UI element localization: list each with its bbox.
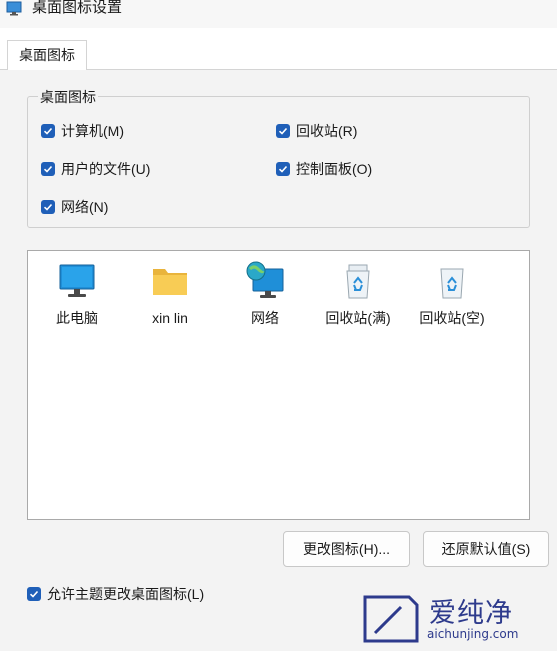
desktop-settings-icon	[6, 1, 22, 16]
checkbox-user-files[interactable]: 用户的文件(U)	[41, 160, 150, 178]
icon-item-recycle-bin-full[interactable]: 回收站(满)	[318, 261, 398, 326]
icon-list[interactable]: 此电脑 xin lin 网络 回收站(满) 回收站(空)	[27, 250, 530, 520]
checkbox-computer[interactable]: 计算机(M)	[41, 122, 124, 140]
checkbox-checked-icon	[41, 124, 55, 138]
watermark-url: aichunjing.com	[427, 627, 519, 641]
recycle-bin-empty-icon	[440, 268, 464, 299]
monitor-icon	[59, 264, 95, 297]
checkbox-label: 用户的文件(U)	[61, 161, 151, 177]
checkbox-label: 计算机(M)	[61, 123, 124, 139]
checkbox-label: 允许主题更改桌面图标(L)	[47, 586, 205, 602]
checkbox-checked-icon	[27, 587, 41, 601]
icon-caption: 此电脑	[56, 310, 98, 326]
watermark-logo-icon	[363, 595, 419, 643]
checkbox-checked-icon	[41, 200, 55, 214]
network-globe-icon	[246, 261, 284, 298]
folder-icon	[153, 269, 187, 295]
icon-caption: xin lin	[152, 310, 188, 326]
checkbox-recycle-bin[interactable]: 回收站(R)	[276, 122, 357, 140]
icon-caption: 网络	[251, 310, 279, 326]
icon-item-network[interactable]: 网络	[225, 261, 305, 326]
change-icon-button[interactable]: 更改图标(H)...	[283, 531, 410, 567]
window-title: 桌面图标设置	[32, 0, 123, 16]
icon-item-recycle-bin-empty[interactable]: 回收站(空)	[412, 261, 492, 326]
title-bar[interactable]: 桌面图标设置	[0, 0, 557, 28]
restore-default-button[interactable]: 还原默认值(S)	[423, 531, 549, 567]
icon-caption: 回收站(满)	[325, 310, 391, 326]
checkbox-allow-themes[interactable]: 允许主题更改桌面图标(L)	[27, 585, 204, 603]
checkbox-label: 回收站(R)	[296, 123, 358, 139]
icon-item-user-folder[interactable]: xin lin	[130, 261, 210, 326]
watermark: 爱纯净 aichunjing.com	[355, 585, 555, 651]
checkbox-label: 网络(N)	[61, 199, 109, 215]
watermark-name: 爱纯净	[429, 598, 513, 629]
recycle-bin-full-icon	[346, 264, 370, 299]
icon-caption: 回收站(空)	[419, 310, 485, 326]
checkbox-network[interactable]: 网络(N)	[41, 198, 108, 216]
checkbox-checked-icon	[276, 124, 290, 138]
group-title: 桌面图标	[38, 89, 98, 105]
icon-item-this-pc[interactable]: 此电脑	[37, 261, 117, 326]
tab-desktop-icons[interactable]: 桌面图标	[7, 40, 87, 70]
checkbox-checked-icon	[276, 162, 290, 176]
checkbox-control-panel[interactable]: 控制面板(O)	[276, 160, 372, 178]
checkbox-label: 控制面板(O)	[296, 161, 373, 177]
checkbox-checked-icon	[41, 162, 55, 176]
